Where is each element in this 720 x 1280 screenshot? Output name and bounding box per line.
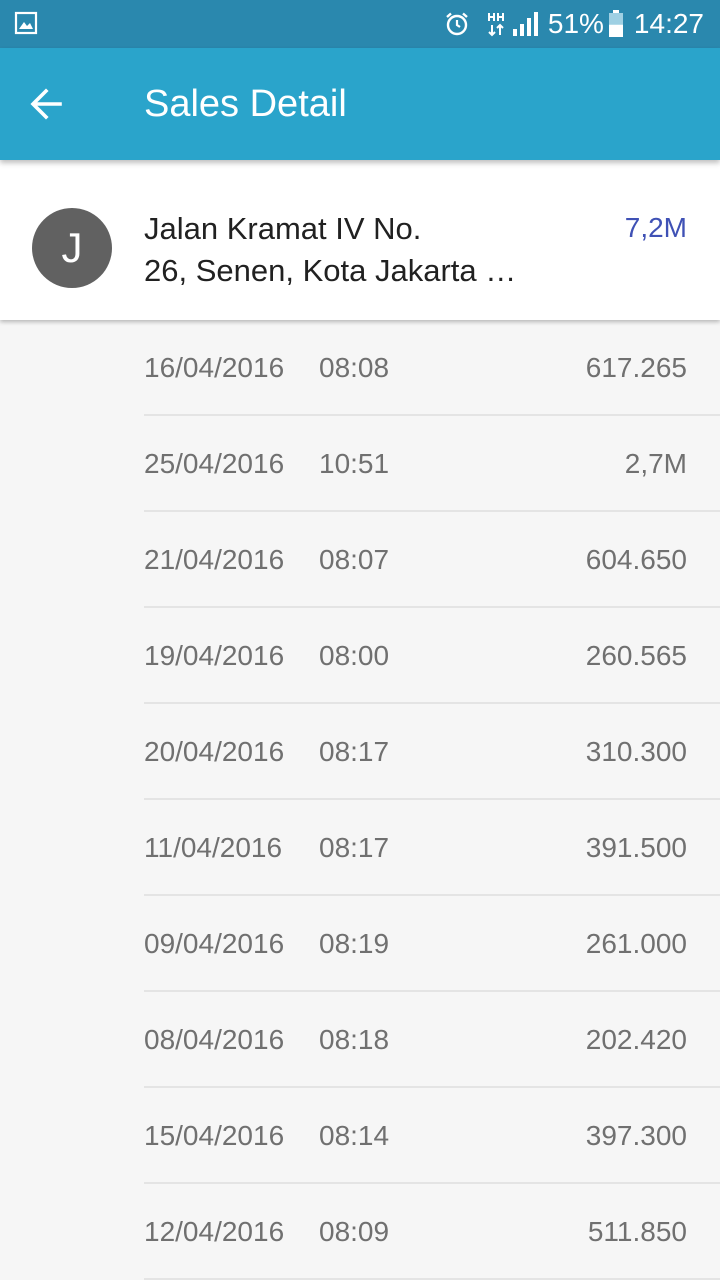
sale-amount: 202.420 [585, 1024, 687, 1055]
sale-time: 08:00 [319, 640, 390, 671]
signal-icon [512, 12, 538, 36]
customer-header: J Jalan Kramat IV No. 26, Senen, Kota Ja… [0, 160, 720, 320]
list-item[interactable]: 21/04/2016 08:07 604.650 [144, 512, 720, 608]
list-item[interactable]: 16/04/2016 08:08 617.265 [144, 320, 720, 416]
list-item[interactable]: 12/04/2016 08:09 511.850 [144, 1184, 720, 1280]
total-sales: 7,2M [624, 212, 687, 243]
back-button[interactable] [16, 74, 76, 134]
sale-date: 25/04/2016 [144, 448, 285, 479]
sale-time: 08:14 [319, 1120, 390, 1151]
list-item[interactable]: 09/04/2016 08:19 261.000 [144, 896, 720, 992]
list-item[interactable]: 25/04/2016 10:51 2,7M [144, 416, 720, 512]
sale-date: 20/04/2016 [144, 736, 285, 767]
list-item[interactable]: 11/04/2016 08:17 391.500 [144, 800, 720, 896]
status-time: 14:27 [633, 8, 704, 39]
sale-time: 08:07 [319, 544, 390, 575]
alarm-icon [446, 12, 468, 36]
network-type-icon [487, 13, 504, 37]
sale-amount: 604.650 [585, 544, 687, 575]
status-indicators: 51% 14:27 [444, 0, 704, 48]
sale-date: 12/04/2016 [144, 1216, 285, 1247]
sales-list[interactable]: 16/04/2016 08:08 617.265 25/04/2016 10:5… [0, 320, 720, 1280]
address-line-2: 26, Senen, Kota Jakarta … [144, 253, 517, 288]
sale-date: 19/04/2016 [144, 640, 285, 671]
address-line-1: Jalan Kramat IV No. [144, 211, 422, 246]
sale-amount: 310.300 [585, 736, 687, 767]
sale-date: 21/04/2016 [144, 544, 285, 575]
sale-date: 15/04/2016 [144, 1120, 285, 1151]
list-item[interactable]: 20/04/2016 08:17 310.300 [144, 704, 720, 800]
arrow-left-icon [30, 88, 62, 120]
sale-time: 08:19 [319, 928, 390, 959]
sale-date: 09/04/2016 [144, 928, 285, 959]
sale-amount: 511.850 [587, 1216, 687, 1247]
sale-amount: 2,7M [624, 448, 687, 479]
sale-amount: 391.500 [585, 832, 687, 863]
sale-date: 11/04/2016 [144, 832, 283, 863]
sale-time: 08:18 [319, 1024, 390, 1055]
list-item[interactable]: 19/04/2016 08:00 260.565 [144, 608, 720, 704]
battery-icon [608, 10, 623, 37]
sale-amount: 617.265 [585, 352, 687, 383]
list-item[interactable]: 08/04/2016 08:18 202.420 [144, 992, 720, 1088]
sale-amount: 397.300 [585, 1120, 687, 1151]
battery-percent: 51% [547, 8, 604, 39]
sale-date: 08/04/2016 [144, 1024, 285, 1055]
sale-date: 16/04/2016 [144, 352, 285, 383]
sale-amount: 260.565 [585, 640, 687, 671]
sale-time: 10:51 [319, 448, 390, 479]
sale-amount: 261.000 [585, 928, 687, 959]
status-bar: 51% 14:27 [0, 0, 720, 48]
sale-time: 08:08 [319, 352, 390, 383]
sale-time: 08:17 [319, 736, 390, 767]
page-title: Sales Detail [144, 83, 347, 125]
avatar: J [32, 208, 112, 288]
customer-address: Jalan Kramat IV No. 26, Senen, Kota Jaka… [144, 208, 524, 292]
sale-time: 08:17 [319, 832, 390, 863]
list-item[interactable]: 15/04/2016 08:14 397.300 [144, 1088, 720, 1184]
gallery-icon [14, 11, 38, 35]
sale-time: 08:09 [319, 1216, 390, 1247]
app-bar: Sales Detail [0, 48, 720, 160]
